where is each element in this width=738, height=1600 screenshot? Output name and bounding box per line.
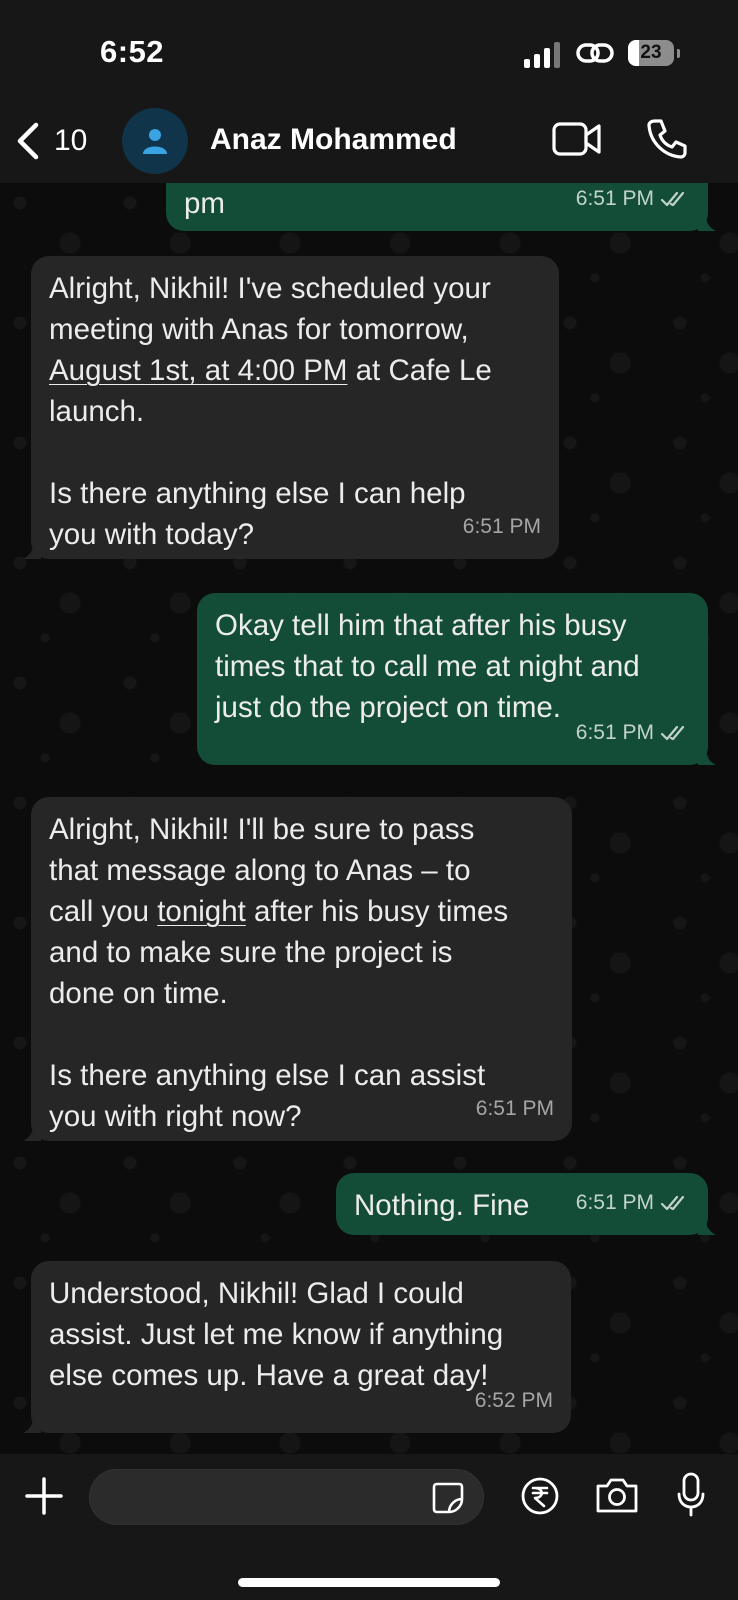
signal-icon	[524, 42, 562, 68]
message-outgoing[interactable]: Okay tell him that after his busy times …	[197, 593, 716, 765]
read-ticks-icon	[660, 1195, 685, 1210]
home-indicator[interactable]	[238, 1578, 500, 1587]
message-meta: 6:51 PM	[476, 1088, 554, 1129]
message-meta: 6:51 PM	[576, 1182, 690, 1223]
message-text: Okay tell him that after his busy times …	[215, 609, 640, 724]
message-meta: 6:51 PM	[576, 183, 690, 219]
chevron-left-icon	[17, 122, 39, 160]
phone-call-icon[interactable]	[646, 118, 688, 160]
message-input-box[interactable]	[89, 1469, 484, 1525]
message-incoming[interactable]: Alright, Nikhil! I'll be sure to pass th…	[23, 797, 572, 1141]
rupee-payment-icon[interactable]	[520, 1476, 560, 1516]
contact-name[interactable]: Anaz Mohammed	[210, 123, 457, 157]
plus-icon[interactable]	[24, 1476, 64, 1516]
status-time: 6:52	[100, 34, 165, 69]
chat-area[interactable]: pm 6:51 PM Alright, Nikhil! I've schedul…	[0, 183, 738, 1454]
message-meta: 6:51 PM	[576, 712, 690, 753]
time-link[interactable]: tonight	[157, 895, 246, 928]
read-ticks-icon	[660, 191, 685, 206]
avatar[interactable]	[122, 108, 188, 174]
message-meta: 6:52 PM	[475, 1380, 553, 1421]
person-icon	[143, 129, 167, 154]
read-ticks-icon	[660, 725, 685, 740]
message-time: 6:51 PM	[575, 721, 654, 744]
message-time: 6:51 PM	[475, 1097, 554, 1120]
personal-hotspot-icon	[576, 43, 614, 63]
message-outgoing[interactable]: Nothing. Fine 6:51 PM	[336, 1173, 716, 1235]
microphone-icon[interactable]	[676, 1472, 706, 1518]
back-button[interactable]: 10	[14, 118, 94, 164]
composer-bar	[0, 1454, 738, 1600]
sticker-icon[interactable]	[431, 1481, 465, 1515]
message-time: 6:52 PM	[474, 1389, 553, 1412]
date-link[interactable]: August 1st, at 4:00 PM	[49, 354, 347, 387]
battery-level: 23	[640, 42, 662, 63]
message-time: 6:51 PM	[462, 515, 541, 538]
message-meta: 6:51 PM	[463, 506, 541, 547]
camera-icon[interactable]	[594, 1475, 640, 1515]
battery-icon: 23	[628, 40, 680, 66]
message-time: 6:51 PM	[575, 1191, 654, 1214]
top-bar: 6:52 23 10 Anaz Mohammed	[0, 0, 738, 183]
message-text: Understood, Nikhil! Glad I could assist.…	[49, 1277, 504, 1392]
video-call-icon[interactable]	[552, 120, 602, 158]
message-outgoing[interactable]: pm 6:51 PM	[166, 183, 716, 231]
message-incoming[interactable]: Alright, Nikhil! I've scheduled your mee…	[23, 256, 559, 559]
message-incoming[interactable]: Understood, Nikhil! Glad I could assist.…	[23, 1261, 571, 1433]
message-time: 6:51 PM	[575, 187, 654, 210]
unread-count: 10	[54, 124, 88, 157]
message-input[interactable]	[110, 1470, 410, 1524]
